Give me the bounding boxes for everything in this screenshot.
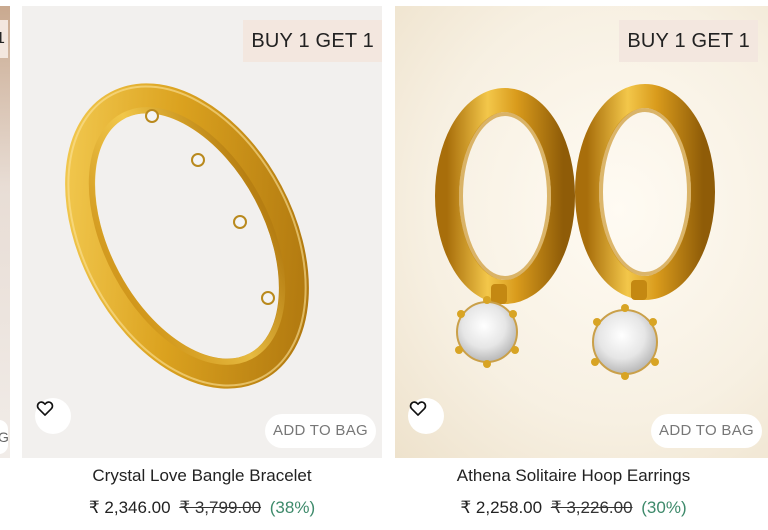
- wishlist-button[interactable]: [35, 398, 71, 434]
- price-row: ₹ 2,346.00 ₹ 3,799.00 (38%): [22, 498, 382, 518]
- gold-hoop-earrings-image: [435, 84, 715, 380]
- sale-price: ₹ 2,258.00: [460, 498, 543, 517]
- gold-bangle-image: [65, 83, 309, 389]
- product-card-hoop-earrings[interactable]: BUY 1 GET 1 ADD TO BAG Athena Solitaire …: [395, 6, 768, 517]
- partial-product-card[interactable]: 1 G: [0, 6, 10, 458]
- product-image[interactable]: BUY 1 GET 1 ADD TO BAG: [395, 6, 768, 458]
- price-row: ₹ 2,258.00 ₹ 3,226.00 (30%): [387, 498, 760, 518]
- original-price: ₹ 3,799.00: [179, 498, 262, 517]
- product-image[interactable]: BUY 1 GET 1 ADD TO BAG: [22, 6, 382, 458]
- add-to-bag-button[interactable]: ADD TO BAG: [651, 414, 762, 448]
- partial-offer-badge: 1: [0, 20, 8, 58]
- offer-badge: BUY 1 GET 1: [619, 20, 758, 62]
- discount-percent: (30%): [641, 498, 687, 517]
- product-name[interactable]: Crystal Love Bangle Bracelet: [22, 466, 382, 486]
- discount-percent: (38%): [269, 498, 316, 517]
- product-card-bangle[interactable]: BUY 1 GET 1 ADD TO BAG Crystal Love Bang…: [22, 6, 382, 517]
- wishlist-button[interactable]: [408, 398, 444, 434]
- add-to-bag-button[interactable]: ADD TO BAG: [265, 414, 376, 448]
- partial-add-to-bag-button[interactable]: G: [0, 420, 9, 454]
- product-name[interactable]: Athena Solitaire Hoop Earrings: [387, 466, 760, 486]
- offer-badge: BUY 1 GET 1: [243, 20, 382, 62]
- sale-price: ₹ 2,346.00: [88, 498, 171, 517]
- original-price: ₹ 3,226.00: [550, 498, 633, 517]
